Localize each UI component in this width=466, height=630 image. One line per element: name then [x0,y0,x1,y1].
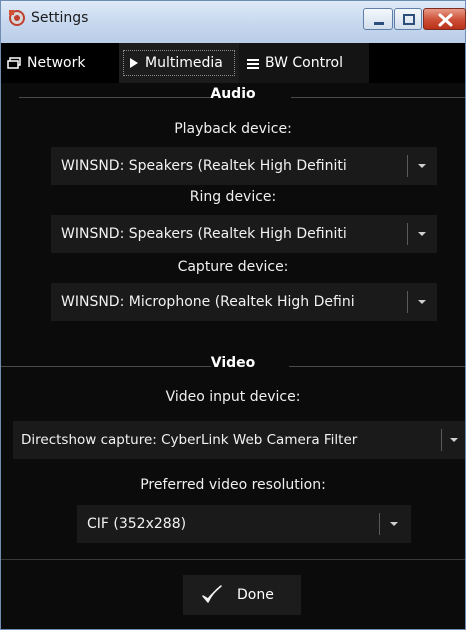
maximize-button[interactable] [394,8,422,30]
minimize-icon [374,22,384,25]
settings-client-area: Network Multimedia BW Control Audio Play… [1,43,465,629]
tab-network-label: Network [27,55,86,71]
tab-bar: Network Multimedia BW Control [1,43,465,83]
capture-device-value: WINSND: Microphone (Realtek High Defini [61,294,355,310]
video-resolution-value: CIF (352x288) [87,516,187,532]
combo-separator [407,223,408,245]
settings-app-icon [9,10,25,26]
video-input-value: Directshow capture: CyberLink Web Camera… [21,432,358,448]
playback-device-value: WINSND: Speakers (Realtek High Definiti [61,158,347,174]
close-button[interactable] [423,8,466,30]
chevron-down-icon [418,164,426,168]
chevron-down-icon [450,438,458,442]
video-input-label: Video input device: [165,389,301,405]
playback-device-select[interactable]: WINSND: Speakers (Realtek High Definiti [51,147,437,185]
maximize-icon [403,14,415,25]
minimize-button[interactable] [363,8,393,30]
checkmark-icon [202,585,222,603]
chevron-down-icon [418,300,426,304]
footer-divider [1,559,465,560]
combo-separator [441,429,442,451]
video-resolution-label: Preferred video resolution: [140,477,326,493]
playback-device-label: Playback device: [174,121,292,137]
tab-bw-control[interactable]: BW Control [239,43,369,83]
done-button-label: Done [237,587,274,603]
tab-multimedia[interactable]: Multimedia [119,43,239,83]
ring-device-value: WINSND: Speakers (Realtek High Definiti [61,226,347,242]
done-button[interactable]: Done [183,575,301,615]
chevron-down-icon [390,522,398,526]
capture-device-select[interactable]: WINSND: Microphone (Realtek High Defini [51,283,437,321]
capture-device-label: Capture device: [177,259,289,275]
title-bar[interactable]: Settings [1,1,466,43]
video-section-title: Video [210,355,256,371]
ring-device-label: Ring device: [189,189,277,205]
focus-outline [123,50,235,76]
combo-separator [407,155,408,177]
settings-window: Settings Network Multimedia BW Control A… [0,0,466,630]
tab-bw-control-label: BW Control [265,55,344,71]
chevron-down-icon [418,232,426,236]
video-resolution-select[interactable]: CIF (352x288) [77,505,411,543]
window-icon [7,57,21,69]
tab-network[interactable]: Network [7,43,119,83]
combo-separator [379,513,380,535]
menu-lines-icon [247,58,259,69]
ring-device-select[interactable]: WINSND: Speakers (Realtek High Definiti [51,215,437,253]
window-title: Settings [31,10,89,26]
video-input-select[interactable]: Directshow capture: CyberLink Web Camera… [13,421,465,459]
audio-section-title: Audio [210,86,256,102]
close-icon [438,13,453,27]
combo-separator [407,291,408,313]
